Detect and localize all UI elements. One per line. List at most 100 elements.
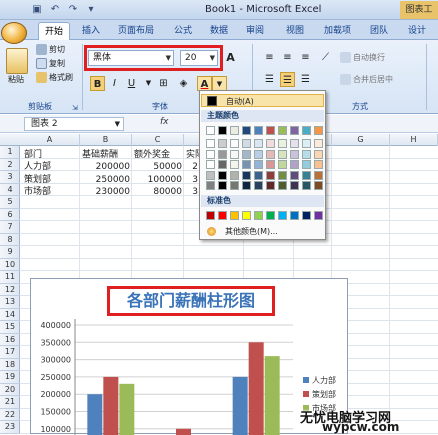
theme-color-swatch[interactable] (290, 170, 299, 180)
theme-color-swatch[interactable] (206, 126, 215, 135)
row-header[interactable]: 17 (0, 346, 20, 359)
theme-color-swatch[interactable] (266, 126, 275, 135)
header-cell-bonus[interactable]: 额外奖金 (134, 149, 170, 161)
theme-color-swatch[interactable] (314, 170, 323, 180)
tab-team[interactable]: 团队 (364, 22, 394, 40)
theme-color-swatch[interactable] (314, 149, 323, 159)
fill-color-icon[interactable]: ◈ (176, 76, 191, 91)
cell-actual[interactable]: 3 (184, 174, 198, 186)
align-left-icon[interactable]: ☰ (262, 72, 277, 87)
theme-color-swatch[interactable] (302, 139, 311, 148)
name-box[interactable]: 图表 2 ▼ (24, 117, 124, 131)
theme-color-swatch[interactable] (254, 160, 263, 169)
theme-color-swatch[interactable] (290, 139, 299, 148)
cell-base[interactable]: 200000 (80, 161, 130, 173)
grow-font-icon[interactable]: A (223, 50, 238, 65)
row-header[interactable]: 20 (0, 384, 20, 396)
theme-color-swatch[interactable] (218, 170, 227, 180)
standard-color-swatch[interactable] (230, 211, 239, 220)
tab-home[interactable]: 开始 (38, 22, 71, 40)
format-painter-button[interactable]: 格式刷 (36, 72, 73, 83)
align-middle-icon[interactable]: ≡ (280, 50, 295, 65)
font-color-icon[interactable]: A (197, 76, 212, 91)
cell-bonus[interactable]: 100000 (132, 174, 182, 186)
row-header[interactable]: 14 (0, 309, 20, 321)
theme-color-swatch[interactable] (302, 149, 311, 159)
cut-button[interactable]: 剪切 (36, 44, 65, 55)
theme-color-swatch[interactable] (230, 139, 239, 148)
row-header[interactable]: 22 (0, 409, 20, 421)
cell-base[interactable]: 250000 (80, 174, 130, 186)
theme-color-swatch[interactable] (254, 181, 263, 190)
theme-color-swatch[interactable] (254, 126, 263, 135)
tab-view[interactable]: 视图 (280, 22, 310, 40)
theme-color-swatch[interactable] (266, 181, 275, 190)
undo-icon[interactable]: ↶ (48, 3, 62, 17)
theme-color-swatch[interactable] (278, 126, 287, 135)
theme-color-swatch[interactable] (242, 139, 251, 148)
tab-review[interactable]: 审阅 (240, 22, 270, 40)
theme-color-swatch[interactable] (290, 160, 299, 169)
row-header[interactable]: 3 (0, 171, 20, 184)
standard-color-swatch[interactable] (242, 211, 251, 220)
chart-tools-tab[interactable]: 图表工 (400, 1, 438, 19)
theme-color-swatch[interactable] (254, 149, 263, 159)
bold-button[interactable]: B (90, 76, 105, 91)
column-header[interactable]: C (132, 134, 184, 146)
chart-title[interactable]: 各部门薪酬柱形图 (107, 286, 275, 316)
row-header[interactable]: 15 (0, 321, 20, 334)
tab-page-layout[interactable]: 页面布局 (112, 22, 160, 40)
theme-color-swatch[interactable] (278, 149, 287, 159)
row-header[interactable]: 10 (0, 259, 20, 271)
cell-dept[interactable]: 人力部 (24, 161, 51, 173)
more-colors-option[interactable]: 其他颜色(M)... (201, 225, 324, 238)
standard-color-swatch[interactable] (254, 211, 263, 220)
standard-color-swatch[interactable] (218, 211, 227, 220)
theme-color-swatch[interactable] (266, 170, 275, 180)
fx-icon[interactable]: fx (160, 117, 169, 127)
standard-color-swatch[interactable] (266, 211, 275, 220)
align-top-icon[interactable]: ≡ (262, 50, 277, 65)
row-header[interactable]: 1 (0, 146, 20, 159)
borders-icon[interactable]: ⊞ (156, 76, 171, 91)
theme-color-swatch[interactable] (254, 170, 263, 180)
theme-color-swatch[interactable] (230, 170, 239, 180)
office-button[interactable] (1, 22, 27, 44)
tab-addins[interactable]: 加载项 (318, 22, 357, 40)
theme-color-swatch[interactable] (242, 170, 251, 180)
theme-color-swatch[interactable] (206, 139, 215, 148)
theme-color-swatch[interactable] (302, 170, 311, 180)
theme-color-swatch[interactable] (302, 126, 311, 135)
paste-button[interactable]: 粘贴 (8, 74, 24, 85)
theme-color-swatch[interactable] (206, 160, 215, 169)
theme-color-swatch[interactable] (218, 160, 227, 169)
row-header[interactable]: 18 (0, 359, 20, 371)
paste-icon[interactable] (6, 48, 28, 74)
orientation-icon[interactable]: ⟋ (318, 50, 333, 65)
tab-design[interactable]: 设计 (402, 22, 432, 40)
theme-color-swatch[interactable] (278, 139, 287, 148)
auto-color-option[interactable]: 自动(A) (201, 94, 324, 107)
underline-button[interactable]: U (124, 76, 139, 91)
theme-color-swatch[interactable] (278, 160, 287, 169)
theme-color-swatch[interactable] (242, 149, 251, 159)
row-header[interactable]: 23 (0, 421, 20, 434)
theme-color-swatch[interactable] (242, 181, 251, 190)
header-cell-base[interactable]: 基础薪酬 (82, 149, 118, 161)
theme-color-swatch[interactable] (302, 160, 311, 169)
theme-color-swatch[interactable] (302, 181, 311, 190)
cell-bonus[interactable]: 50000 (132, 161, 182, 173)
standard-color-swatch[interactable] (278, 211, 287, 220)
theme-color-swatch[interactable] (242, 160, 251, 169)
column-header[interactable]: G (332, 134, 390, 146)
theme-color-swatch[interactable] (314, 160, 323, 169)
column-header[interactable]: A (20, 134, 80, 146)
theme-color-swatch[interactable] (254, 139, 263, 148)
theme-color-swatch[interactable] (218, 149, 227, 159)
theme-color-swatch[interactable] (278, 170, 287, 180)
cell-bonus[interactable]: 80000 (132, 186, 182, 198)
theme-color-swatch[interactable] (218, 126, 227, 135)
save-icon[interactable]: ▣ (30, 3, 44, 17)
tab-insert[interactable]: 插入 (76, 22, 106, 40)
standard-color-swatch[interactable] (290, 211, 299, 220)
